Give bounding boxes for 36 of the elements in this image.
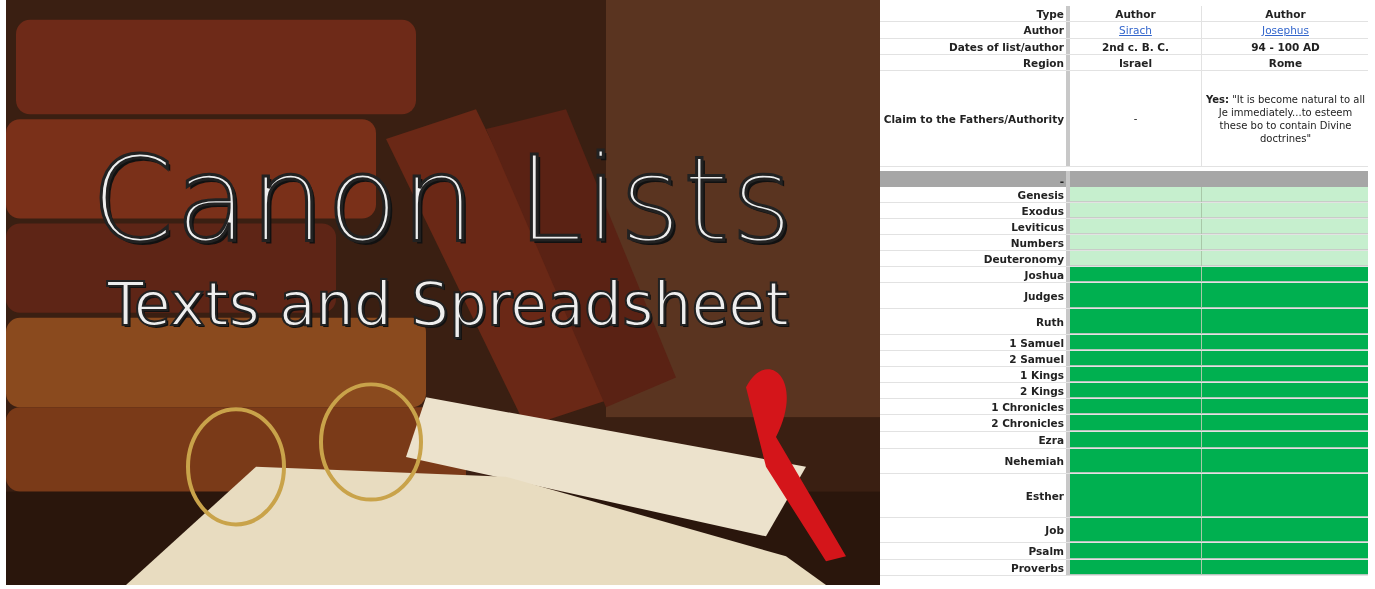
book-label: Psalm: [1027, 544, 1065, 559]
book-label: 2 Chronicles: [990, 416, 1065, 431]
row-label: Dates of list/author: [947, 39, 1065, 54]
row-label: Region: [1022, 55, 1065, 70]
table-cell: Rome: [1268, 56, 1303, 69]
row-label: Claim to the Fathers/Authority: [882, 111, 1065, 127]
book-label: 2 Kings: [1019, 383, 1065, 398]
book-label: Nehemiah: [1003, 454, 1065, 469]
author-link[interactable]: Sirach: [1119, 24, 1152, 36]
table-cell: Israel: [1118, 56, 1153, 69]
row-label: Type: [1035, 6, 1065, 21]
table-cell: 94 - 100 AD: [1251, 40, 1320, 53]
book-label: Job: [1043, 523, 1065, 538]
book-label: Esther: [1024, 488, 1065, 504]
table-cell: Author: [1115, 7, 1156, 20]
book-label: 1 Kings: [1019, 367, 1065, 382]
row-label: Author: [1022, 23, 1065, 38]
book-label: Genesis: [1016, 187, 1065, 202]
table-cell: 2nd c. B. C.: [1101, 40, 1170, 53]
book-label: 1 Chronicles: [990, 399, 1065, 414]
book-label: Deuteronomy: [982, 251, 1065, 266]
book-label: Numbers: [1009, 235, 1065, 250]
book-label: Proverbs: [1010, 560, 1065, 575]
book-label: Ezra: [1037, 433, 1065, 448]
book-label: Ruth: [1034, 314, 1065, 330]
table-cell: Author: [1265, 7, 1306, 20]
banner-subtitle: Texts and Spreadsheet: [107, 270, 789, 337]
book-label: Joshua: [1023, 267, 1065, 282]
author-link[interactable]: Josephus: [1262, 24, 1309, 36]
table-cell-text: -: [1132, 112, 1139, 125]
book-label: 1 Samuel: [1008, 335, 1065, 350]
table-cell: Yes: "It is become natural to all Je immediately...to esteem these bo to contain Divine doctrines": [1204, 92, 1367, 145]
book-label: Judges: [1022, 288, 1065, 304]
book-label: Leviticus: [1010, 219, 1065, 234]
book-label: Exodus: [1020, 203, 1065, 218]
book-label: 2 Samuel: [1008, 351, 1065, 366]
